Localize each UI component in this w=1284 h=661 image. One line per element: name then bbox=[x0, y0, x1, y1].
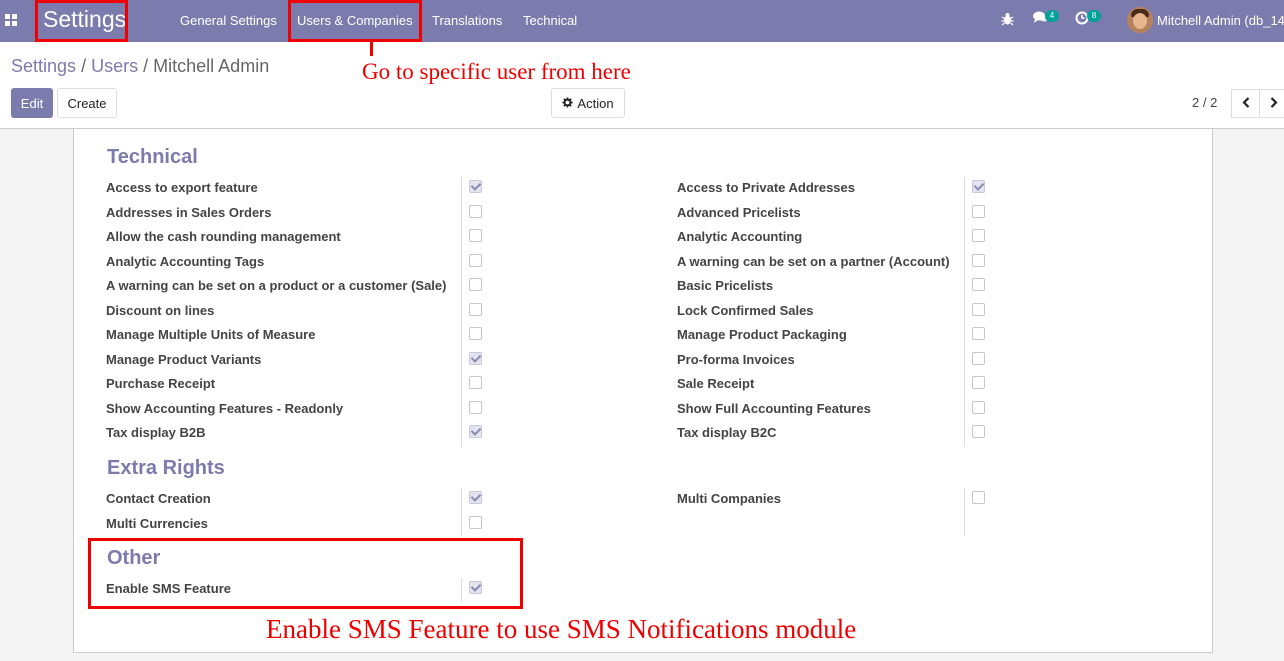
field-label-sale-receipt: Sale Receipt bbox=[677, 376, 755, 391]
breadcrumb-users[interactable]: Users bbox=[91, 56, 138, 76]
checkbox-analytic-accounting[interactable] bbox=[972, 229, 985, 242]
checkbox-pro-forma-invoices[interactable] bbox=[972, 351, 985, 365]
breadcrumb-separator: / bbox=[81, 56, 87, 76]
checkbox-show-full-accounting-features[interactable] bbox=[972, 400, 985, 414]
breadcrumb: Settings / Users / Mitchell Admin bbox=[11, 56, 269, 77]
field-label-lock-confirmed-sales: Lock Confirmed Sales bbox=[677, 302, 814, 318]
column-separator bbox=[964, 488, 965, 536]
apps-menu-icon[interactable] bbox=[5, 14, 17, 26]
checkbox-analytic-accounting-tags[interactable] bbox=[469, 253, 482, 267]
field-label-advanced-pricelists: Advanced Pricelists bbox=[677, 204, 801, 220]
field-label-allow-the-cash-rounding-management: Allow the cash rounding management bbox=[106, 229, 341, 244]
checkbox-access-to-private-addresses[interactable] bbox=[972, 180, 985, 193]
checkbox-multi-currencies[interactable] bbox=[469, 515, 482, 529]
field-label-manage-product-packaging: Manage Product Packaging bbox=[677, 327, 847, 342]
field-label-multi-currencies: Multi Currencies bbox=[106, 515, 208, 531]
breadcrumb-settings[interactable]: Settings bbox=[11, 56, 76, 76]
annotation-top-text: Go to specific user from here bbox=[362, 59, 631, 84]
checkbox-sale-receipt[interactable] bbox=[972, 376, 985, 389]
checkbox-addresses-in-sales-orders[interactable] bbox=[469, 204, 482, 218]
create-button[interactable]: Create bbox=[57, 88, 117, 118]
group-title-technical: Technical bbox=[107, 146, 198, 168]
field-label-manage-product-variants: Manage Product Variants bbox=[106, 351, 262, 367]
field-label-show-accounting-features-readonly: Show Accounting Features - Readonly bbox=[106, 400, 344, 416]
field-label-analytic-accounting-tags: Analytic Accounting Tags bbox=[106, 253, 265, 269]
annotation-box-settings bbox=[35, 0, 128, 42]
field-label-tax-display-b2b: Tax display B2B bbox=[106, 425, 206, 440]
checkbox-discount-on-lines[interactable] bbox=[469, 302, 482, 316]
field-label-addresses-in-sales-orders: Addresses in Sales Orders bbox=[106, 204, 272, 220]
breadcrumb-current: Mitchell Admin bbox=[153, 56, 270, 76]
checkbox-basic-pricelists[interactable] bbox=[972, 278, 985, 291]
column-separator bbox=[964, 177, 965, 447]
field-label-analytic-accounting: Analytic Accounting bbox=[677, 229, 803, 244]
field-label-show-full-accounting-features: Show Full Accounting Features bbox=[677, 400, 871, 416]
pager-next-button[interactable] bbox=[1259, 89, 1284, 118]
chevron-right-icon bbox=[1270, 95, 1278, 113]
group-title-extra-rights: Extra Rights bbox=[107, 457, 225, 479]
user-avatar[interactable] bbox=[1127, 7, 1153, 33]
menu-translations[interactable]: Translations bbox=[432, 13, 502, 28]
checkbox-contact-creation[interactable] bbox=[469, 491, 482, 504]
annotation-box-other bbox=[88, 538, 523, 609]
user-menu[interactable]: Mitchell Admin (db_14 bbox=[1157, 13, 1284, 28]
checkbox-lock-confirmed-sales[interactable] bbox=[972, 302, 985, 316]
checkbox-manage-product-variants[interactable] bbox=[469, 351, 482, 365]
checkbox-a-warning-can-be-set-on-a-product-or-a-customer-sale[interactable] bbox=[469, 278, 482, 291]
checkbox-purchase-receipt[interactable] bbox=[469, 376, 482, 389]
action-button[interactable]: Action bbox=[551, 88, 625, 118]
field-label-multi-companies: Multi Companies bbox=[677, 491, 782, 506]
edit-button[interactable]: Edit bbox=[11, 88, 53, 118]
breadcrumb-separator: / bbox=[143, 56, 149, 76]
checkbox-show-accounting-features-readonly[interactable] bbox=[469, 400, 482, 414]
field-label-access-to-export-feature: Access to export feature bbox=[106, 180, 258, 195]
column-separator bbox=[461, 488, 462, 536]
field-label-purchase-receipt: Purchase Receipt bbox=[106, 376, 216, 391]
field-label-tax-display-b2c: Tax display B2C bbox=[677, 425, 777, 440]
messaging-count-badge: 4 bbox=[1045, 10, 1059, 22]
menu-general-settings[interactable]: General Settings bbox=[180, 13, 277, 28]
gear-icon bbox=[562, 96, 573, 111]
checkbox-tax-display-b2c[interactable] bbox=[972, 425, 985, 438]
debug-bug-icon[interactable] bbox=[1001, 12, 1014, 29]
field-label-a-warning-can-be-set-on-a-partner-account: A warning can be set on a partner (Accou… bbox=[677, 253, 950, 269]
annotation-box-users-companies bbox=[288, 0, 422, 42]
field-label-basic-pricelists: Basic Pricelists bbox=[677, 278, 774, 293]
checkbox-manage-multiple-units-of-measure[interactable] bbox=[469, 327, 482, 340]
checkbox-manage-product-packaging[interactable] bbox=[972, 327, 985, 340]
annotation-pointer-line bbox=[370, 42, 373, 56]
menu-technical[interactable]: Technical bbox=[523, 13, 577, 28]
pager-value[interactable]: 2 / 2 bbox=[1192, 95, 1217, 110]
field-label-discount-on-lines: Discount on lines bbox=[106, 302, 215, 318]
field-label-manage-multiple-units-of-measure: Manage Multiple Units of Measure bbox=[106, 327, 316, 342]
checkbox-allow-the-cash-rounding-management[interactable] bbox=[469, 229, 482, 242]
field-label-contact-creation: Contact Creation bbox=[106, 491, 211, 506]
checkbox-access-to-export-feature[interactable] bbox=[469, 180, 482, 193]
field-label-pro-forma-invoices: Pro-forma Invoices bbox=[677, 351, 795, 367]
chevron-left-icon bbox=[1241, 95, 1250, 113]
checkbox-advanced-pricelists[interactable] bbox=[972, 204, 985, 218]
field-label-a-warning-can-be-set-on-a-product-or-a-customer-sale: A warning can be set on a product or a c… bbox=[106, 278, 447, 293]
checkbox-multi-companies[interactable] bbox=[972, 491, 985, 504]
pager-previous-button[interactable] bbox=[1231, 89, 1260, 118]
field-label-access-to-private-addresses: Access to Private Addresses bbox=[677, 180, 856, 195]
action-button-label: Action bbox=[577, 95, 614, 111]
annotation-bottom-text: Enable SMS Feature to use SMS Notificati… bbox=[266, 614, 857, 644]
top-navbar: Settings General Settings Users & Compan… bbox=[0, 0, 1284, 42]
column-separator bbox=[461, 177, 462, 447]
checkbox-a-warning-can-be-set-on-a-partner-account[interactable] bbox=[972, 253, 985, 267]
checkbox-tax-display-b2b[interactable] bbox=[469, 425, 482, 438]
activity-count-badge: 8 bbox=[1087, 10, 1101, 22]
